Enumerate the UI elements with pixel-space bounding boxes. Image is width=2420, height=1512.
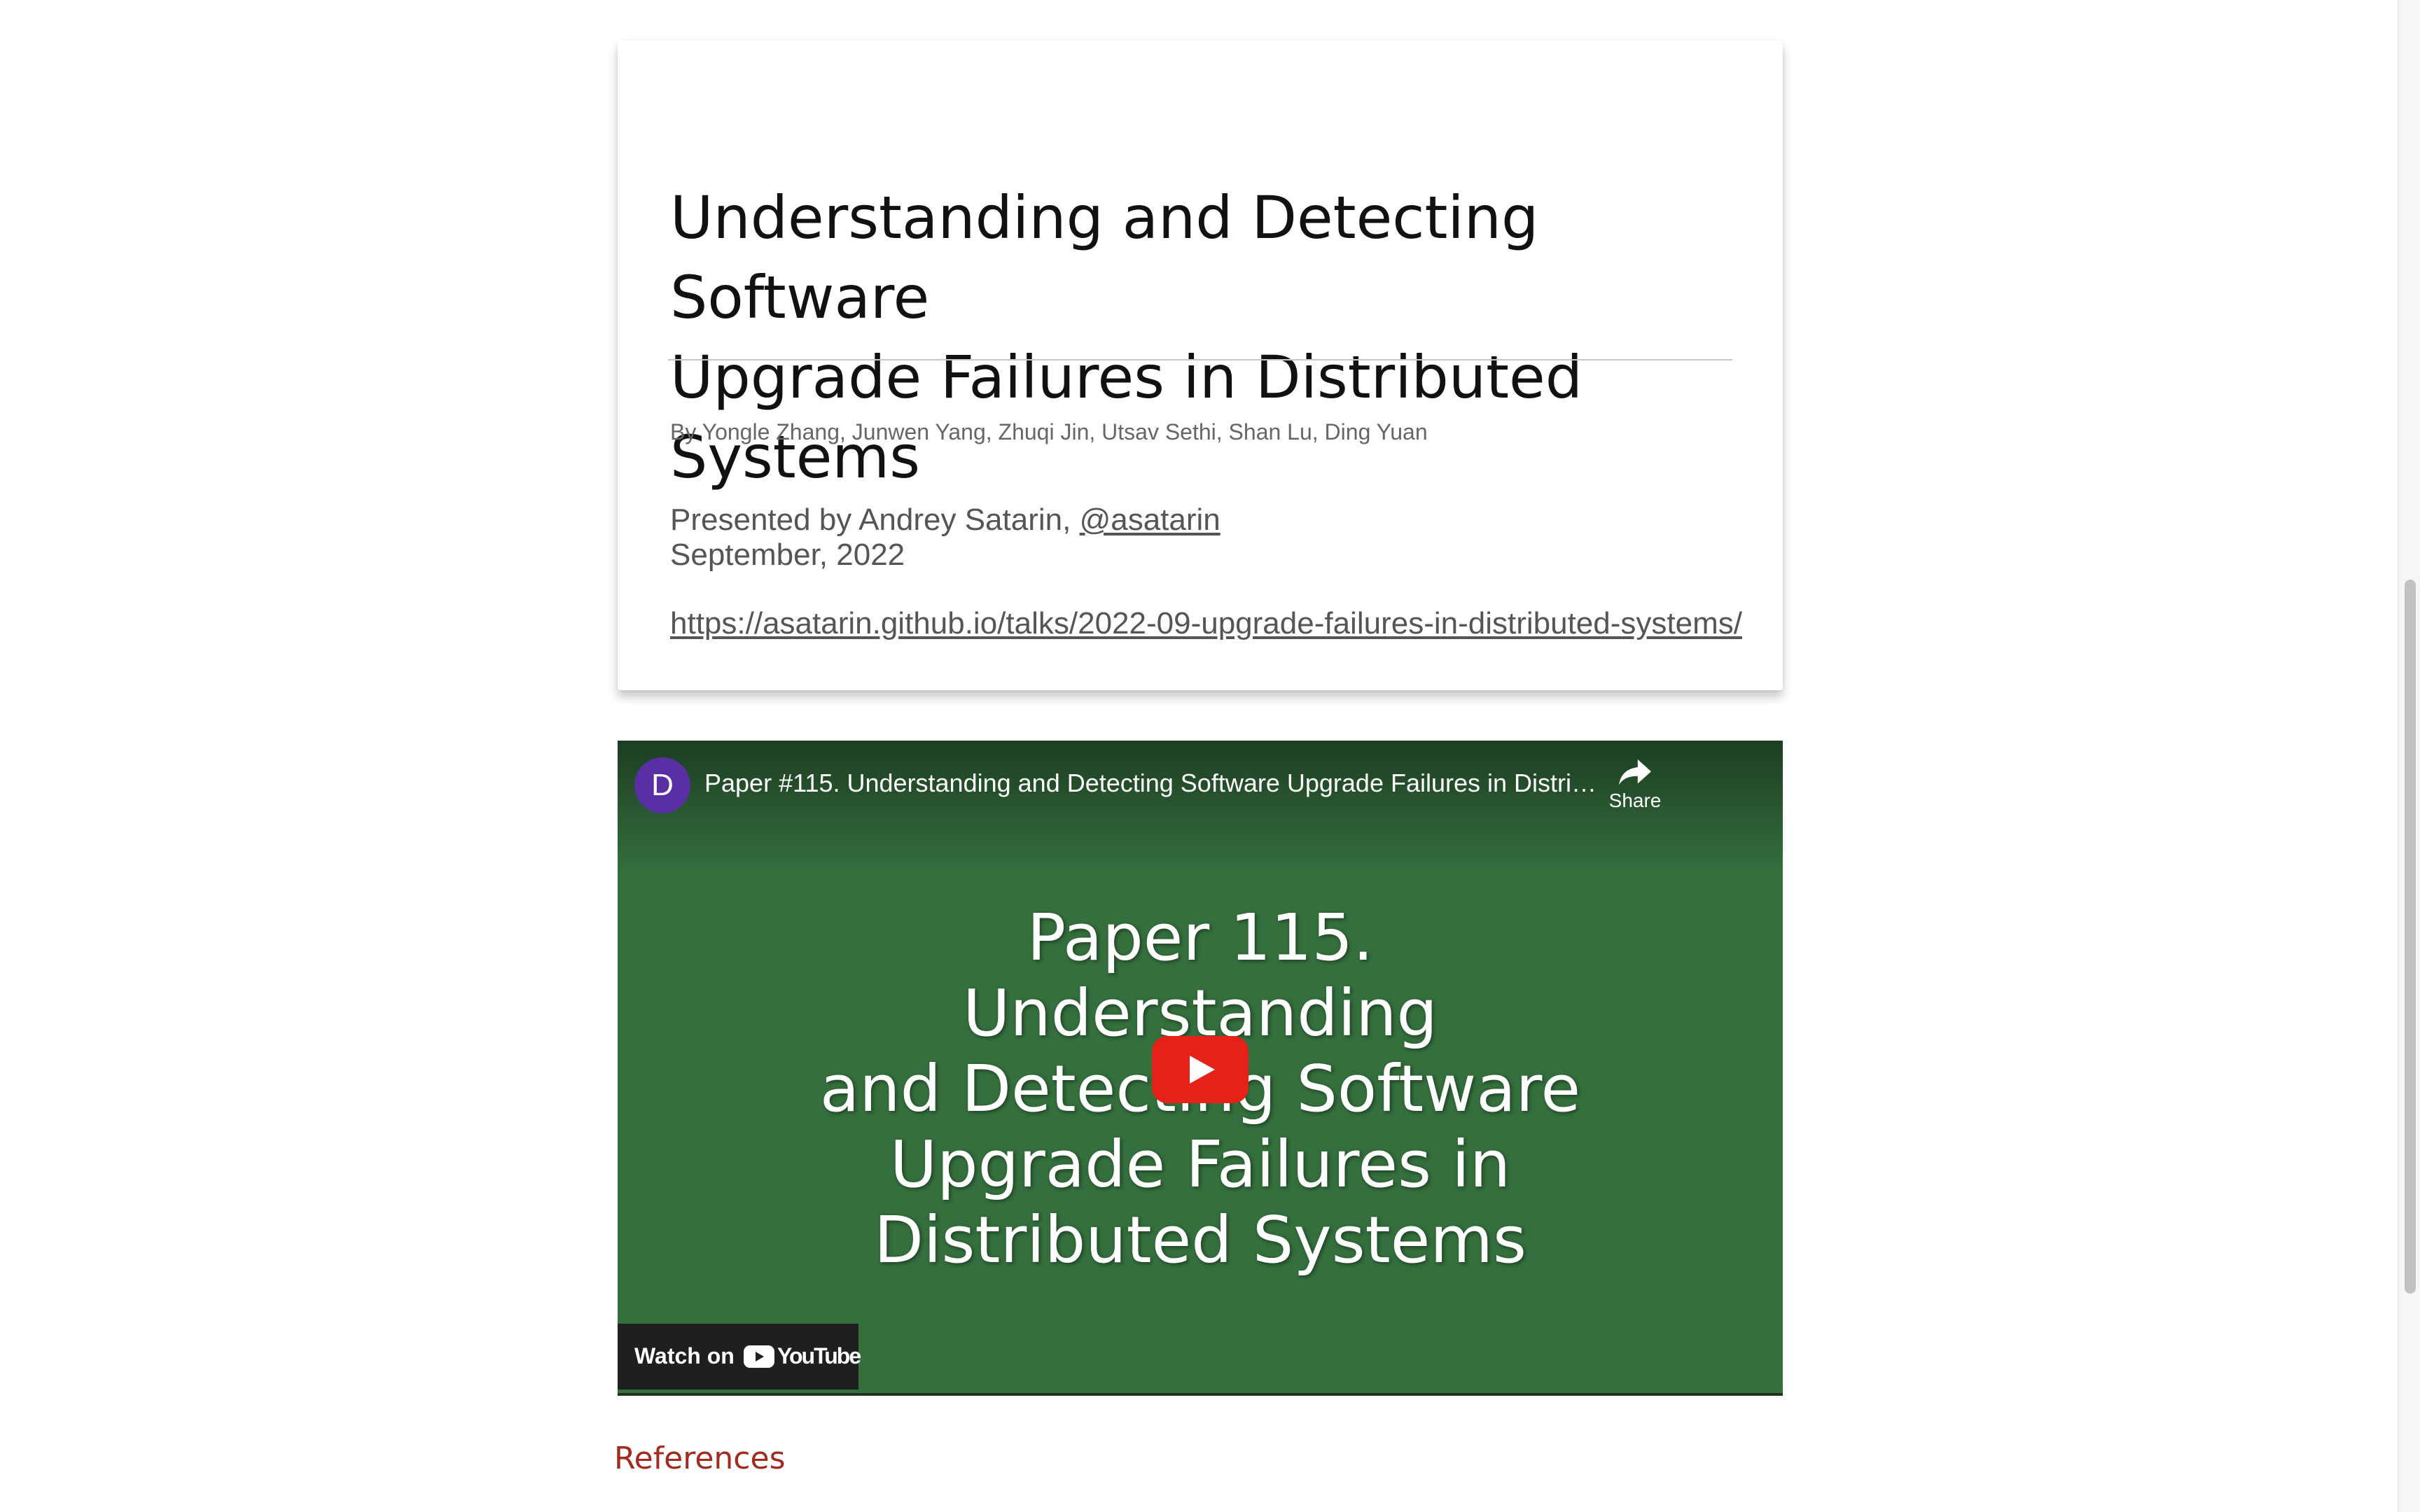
- share-arrow-icon: [1619, 759, 1651, 785]
- slide-title: Understanding and Detecting Software Upgr…: [670, 178, 1762, 497]
- title-divider: [668, 359, 1732, 360]
- share-label: Share: [1608, 790, 1662, 811]
- play-icon: [1190, 1056, 1215, 1084]
- watch-on-label: Watch on: [634, 1343, 735, 1368]
- youtube-logo-icon: [744, 1345, 774, 1368]
- video-title[interactable]: Paper #115. Understanding and Detecting …: [704, 769, 1601, 798]
- youtube-video-embed[interactable]: D Paper #115. Understanding and Detectin…: [618, 741, 1783, 1396]
- play-button[interactable]: [1152, 1036, 1249, 1103]
- slide-title-line-2: Upgrade Failures in Distributed Systems: [670, 343, 1583, 491]
- watch-on-youtube-button[interactable]: Watch on YouTube: [618, 1324, 861, 1390]
- youtube-logo: YouTube: [744, 1343, 861, 1371]
- title-slide-card: Understanding and Detecting Software Upgr…: [618, 41, 1783, 690]
- slide-title-line-1: Understanding and Detecting Software: [670, 183, 1539, 332]
- presentation-date: September, 2022: [670, 538, 905, 572]
- page-scrollbar[interactable]: [2398, 0, 2420, 1512]
- paper-authors: By Yongle Zhang, Junwen Yang, Zhuqi Jin,…: [670, 419, 1428, 444]
- presenter-handle-link[interactable]: @asatarin: [1080, 503, 1221, 537]
- channel-avatar[interactable]: D: [634, 757, 690, 813]
- share-button[interactable]: Share: [1597, 755, 1674, 832]
- thumbnail-line: Upgrade Failures in: [889, 1127, 1511, 1202]
- thumbnail-line: Distributed Systems: [874, 1203, 1527, 1278]
- youtube-wordmark: YouTube: [777, 1343, 861, 1368]
- video-bottom-border: [618, 1393, 1783, 1396]
- presenter-info: Presented by Andrey Satarin, @asatarin S…: [670, 503, 1221, 573]
- references-heading: References: [614, 1441, 786, 1476]
- thumbnail-line: Paper 115. Understanding: [963, 900, 1438, 1051]
- talk-url-link[interactable]: https://asatarin.github.io/talks/2022-09…: [670, 606, 1742, 641]
- presented-by-text: Presented by Andrey Satarin,: [670, 503, 1080, 537]
- scrollbar-thumb[interactable]: [2405, 580, 2416, 1294]
